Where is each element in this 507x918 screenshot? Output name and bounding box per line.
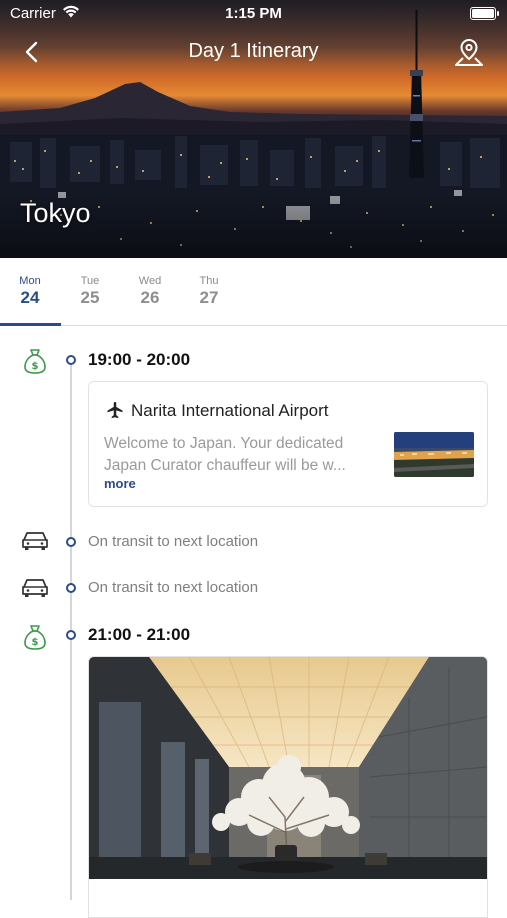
hotel-card-footer <box>89 879 487 917</box>
hotel-lobby-image <box>89 657 487 879</box>
active-tab-indicator <box>0 323 61 326</box>
day-number: 27 <box>199 288 219 307</box>
clock: 1:15 PM <box>225 5 282 22</box>
page-title: Day 1 Itinerary <box>188 40 319 62</box>
money-bag-icon: $ <box>24 625 46 650</box>
location-thumbnail[interactable] <box>394 432 474 477</box>
day-of-week: Thu <box>199 275 219 287</box>
svg-text:$: $ <box>32 361 39 372</box>
timeline-dot <box>66 355 76 365</box>
car-icon <box>22 532 48 550</box>
transit-label: On transit to next location <box>88 579 259 596</box>
day-of-week: Wed <box>138 275 162 287</box>
plane-icon <box>107 401 123 419</box>
status-bar: Carrier 1:15 PM <box>0 0 507 28</box>
city-title: Tokyo <box>20 198 91 228</box>
day-number: 26 <box>140 288 160 307</box>
hotel-card[interactable] <box>88 656 488 918</box>
day-of-week: Mon <box>19 275 41 287</box>
location-name: Narita International Airport <box>131 401 329 420</box>
tab-day-mon[interactable]: Mon 24 <box>0 275 60 308</box>
tab-day-thu[interactable]: Thu 27 <box>179 275 239 308</box>
event-description: Welcome to Japan. Your dedicated Japan C… <box>104 435 346 474</box>
day-of-week: Tue <box>80 275 100 287</box>
timeline-dot <box>66 630 76 640</box>
tab-day-wed[interactable]: Wed 26 <box>120 275 180 308</box>
day-number: 24 <box>20 288 40 307</box>
timeline-dot <box>66 537 76 547</box>
day-selector: Mon 24 Tue 25 Wed 26 Thu 27 <box>0 258 507 328</box>
tab-day-tue[interactable]: Tue 25 <box>60 275 120 308</box>
more-link[interactable]: more <box>104 476 136 491</box>
transit-label: On transit to next location <box>88 533 259 550</box>
map-pin-icon[interactable] <box>453 37 485 69</box>
event-time: 19:00 - 20:00 <box>88 350 191 369</box>
svg-text:$: $ <box>32 637 39 648</box>
battery-icon <box>470 7 499 20</box>
tabs-divider <box>0 325 507 326</box>
money-bag-icon: $ <box>24 349 46 374</box>
car-icon <box>22 579 48 597</box>
timeline-dot <box>66 583 76 593</box>
event-time: 21:00 - 21:00 <box>88 625 191 644</box>
heart-icon[interactable] <box>89 657 109 677</box>
event-card[interactable]: Narita International Airport Welcome to … <box>88 381 488 507</box>
day-number: 25 <box>80 288 100 307</box>
hero-banner: Carrier 1:15 PM Day 1 Itinerary Tokyo <box>0 0 507 258</box>
